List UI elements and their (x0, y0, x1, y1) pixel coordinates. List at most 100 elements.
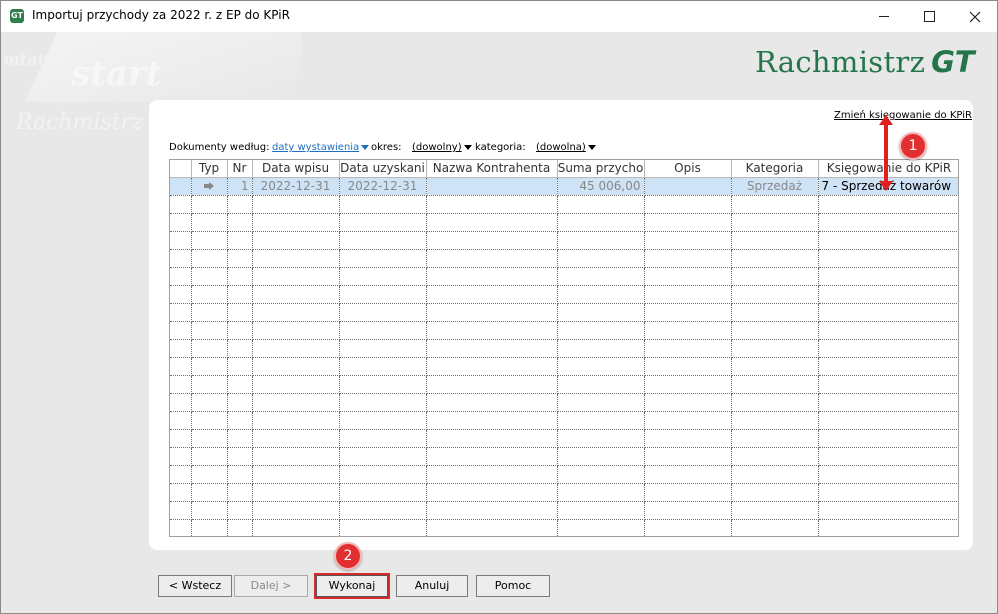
table-cell-empty (339, 285, 427, 304)
brand-logo: Rachmistrz GT (755, 45, 975, 79)
col-header-opis[interactable]: Opis (644, 160, 732, 178)
table-row-empty[interactable] (170, 429, 958, 448)
table-row-empty[interactable] (170, 501, 958, 520)
table-row-empty[interactable] (170, 519, 958, 536)
table-cell-empty (170, 267, 192, 286)
period-dropdown[interactable]: (dowolny) (412, 142, 472, 153)
table-cell-empty (731, 213, 819, 232)
table-cell-empty (227, 519, 253, 536)
col-header-ksiegowanie[interactable]: Księgowanie do KPiR (818, 160, 958, 178)
back-button[interactable]: < Wstecz (158, 575, 232, 597)
table-cell-empty (339, 267, 427, 286)
table-cell-empty (227, 465, 253, 484)
col-header-kontrahent[interactable]: Nazwa Kontrahenta (426, 160, 558, 178)
table-row-empty[interactable] (170, 303, 958, 322)
table-cell-empty (818, 213, 958, 232)
deco-word-1: mtatwy (3, 50, 69, 69)
table-row-empty[interactable] (170, 339, 958, 358)
table-cell-empty (426, 285, 558, 304)
col-header-typ[interactable]: Typ (191, 160, 228, 178)
change-posting-link[interactable]: Zmień księgowanie do KPiR (834, 110, 972, 121)
maximize-button[interactable] (906, 1, 952, 32)
next-button[interactable]: Dalej > (234, 575, 308, 597)
chevron-down-icon (587, 144, 596, 150)
table-cell-empty (227, 213, 253, 232)
deco-word-2: start (71, 54, 162, 94)
table-cell-empty (557, 429, 645, 448)
table-row-empty[interactable] (170, 195, 958, 214)
table-cell-empty (339, 339, 427, 358)
table-cell-empty (191, 195, 228, 214)
run-button[interactable]: Wykonaj (316, 575, 388, 597)
table-row-empty[interactable] (170, 357, 958, 376)
table-cell-empty (339, 411, 427, 430)
table-cell-empty (818, 267, 958, 286)
table-cell-empty (252, 267, 340, 286)
table-cell-empty (252, 231, 340, 250)
close-button[interactable] (952, 1, 998, 32)
documents-table[interactable]: Typ Nr Data wpisu Data uzyskani Nazwa Ko… (169, 159, 959, 537)
table-cell-empty (557, 303, 645, 322)
table-cell-empty (731, 447, 819, 466)
col-header-data-uzyskania[interactable]: Data uzyskani (339, 160, 427, 178)
minimize-button[interactable] (861, 1, 907, 32)
table-cell-empty (191, 465, 228, 484)
table-cell-empty (191, 357, 228, 376)
table-row-empty[interactable] (170, 393, 958, 412)
table-cell-empty (191, 393, 228, 412)
table-row[interactable]: 1 2022-12-31 2022-12-31 45 006,00 Sprzed… (170, 177, 958, 196)
table-cell-empty (731, 483, 819, 502)
table-cell-empty (731, 321, 819, 340)
table-cell-empty (426, 213, 558, 232)
chevron-down-icon (361, 144, 370, 150)
table-cell-empty (339, 429, 427, 448)
table-row-empty[interactable] (170, 483, 958, 502)
table-cell-empty (731, 429, 819, 448)
table-cell-empty (557, 447, 645, 466)
documents-by-dropdown[interactable]: daty wystawienia (272, 142, 370, 153)
table-cell-empty (426, 195, 558, 214)
table-cell-empty (818, 375, 958, 394)
table-cell-empty (557, 321, 645, 340)
table-row-empty[interactable] (170, 321, 958, 340)
category-dropdown[interactable]: (dowolna) (536, 142, 596, 153)
table-row-empty[interactable] (170, 249, 958, 268)
table-row-empty[interactable] (170, 213, 958, 232)
table-cell-empty (227, 339, 253, 358)
table-cell-empty (557, 519, 645, 536)
import-window: GT Importuj przychody za 2022 r. z EP do… (0, 0, 998, 614)
table-row-empty[interactable] (170, 465, 958, 484)
table-row-empty[interactable] (170, 375, 958, 394)
table-cell-empty (339, 501, 427, 520)
table-row-empty[interactable] (170, 411, 958, 430)
cancel-button[interactable]: Anuluj (396, 575, 468, 597)
category-label: kategoria: (475, 142, 526, 153)
table-cell-empty (227, 267, 253, 286)
table-cell-empty (170, 501, 192, 520)
table-row-empty[interactable] (170, 285, 958, 304)
table-cell-empty (426, 339, 558, 358)
row-selector[interactable] (170, 177, 192, 196)
arrow-right-icon (204, 182, 214, 190)
annotation-badge-2: 2 (334, 542, 362, 570)
table-cell-empty (227, 483, 253, 502)
col-header-kategoria[interactable]: Kategoria (731, 160, 819, 178)
table-cell-empty (227, 411, 253, 430)
table-cell-empty (227, 501, 253, 520)
table-cell-empty (227, 303, 253, 322)
table-row-empty[interactable] (170, 231, 958, 250)
table-row-empty[interactable] (170, 267, 958, 286)
table-cell-empty (170, 447, 192, 466)
table-cell-empty (731, 249, 819, 268)
help-button[interactable]: Pomoc (476, 575, 550, 597)
col-header-suma[interactable]: Suma przycho (557, 160, 645, 178)
table-cell-empty (644, 429, 732, 448)
table-cell-empty (644, 483, 732, 502)
table-cell-empty (557, 357, 645, 376)
table-cell-empty (252, 285, 340, 304)
table-cell-empty (644, 411, 732, 430)
col-header-nr[interactable]: Nr (227, 160, 253, 178)
table-cell-empty (252, 393, 340, 412)
col-header-data-wpisu[interactable]: Data wpisu (252, 160, 340, 178)
table-row-empty[interactable] (170, 447, 958, 466)
